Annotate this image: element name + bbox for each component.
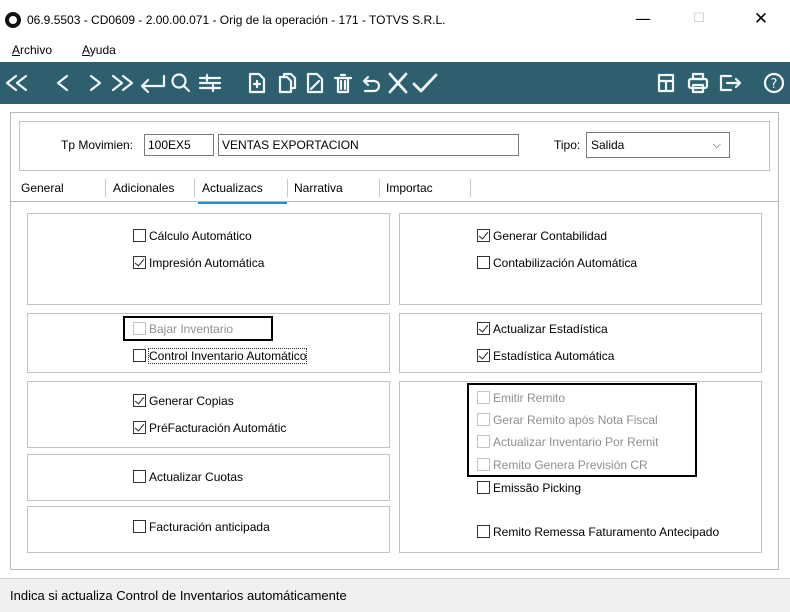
prev-record-icon[interactable] xyxy=(56,74,69,92)
tp-movimien-code-input[interactable]: 100EX5 xyxy=(144,134,214,156)
chevron-down-icon: ⌵ xyxy=(712,138,721,151)
checkbox-label: Generar Copias xyxy=(149,394,234,408)
checkbox-box xyxy=(133,349,146,363)
checkbox-label: Estadística Automática xyxy=(493,349,615,363)
print-icon[interactable] xyxy=(687,72,709,94)
checkbox-box xyxy=(133,421,146,435)
tp-movimien-desc-input[interactable]: VENTAS EXPORTACION xyxy=(218,134,519,156)
menu-bar: Archivo Ayuda xyxy=(0,40,790,62)
impresion-automatica-checkbox[interactable]: Impresión Automática xyxy=(133,256,264,274)
checkbox-label: PréFacturación Automátic xyxy=(149,421,287,435)
edit-record-icon[interactable] xyxy=(306,72,324,94)
checkbox-label: Emissão Picking xyxy=(493,481,582,495)
checkbox-label: Generar Contabilidad xyxy=(493,229,608,243)
checkbox-box xyxy=(133,470,146,484)
tab-actualizacs[interactable]: Actualizacs xyxy=(202,181,263,195)
maximize-button[interactable]: ☐ xyxy=(676,4,722,34)
tab-importac[interactable]: Importac xyxy=(386,181,433,195)
undo-icon[interactable] xyxy=(362,75,381,93)
window-title: 06.9.5503 - CD0609 - 2.00.00.071 - Orig … xyxy=(27,13,446,27)
help-icon-glyph: ? xyxy=(771,77,778,92)
facturacion-anticipada-checkbox[interactable]: Facturación anticipada xyxy=(133,520,270,538)
filter-icon[interactable] xyxy=(198,73,222,93)
control-inventario-automatico-checkbox[interactable]: Control Inventario Automático xyxy=(133,348,308,367)
app-logo-icon xyxy=(5,12,21,28)
remito-remessa-checkbox[interactable]: Remito Remessa Faturamento Antecipado xyxy=(477,525,719,543)
main-panel: Tp Movimien: 100EX5 VENTAS EXPORTACION T… xyxy=(10,112,779,570)
checkbox-box xyxy=(133,229,146,243)
tab-baseline xyxy=(11,201,778,202)
toolbar-icons: ? xyxy=(5,72,785,94)
tab-separator xyxy=(470,179,471,197)
title-bar: 06.9.5503 - CD0609 - 2.00.00.071 - Orig … xyxy=(0,0,790,40)
group-estadistica: Actualizar Estadística Estadística Autom… xyxy=(399,313,762,373)
checkbox-label: Actualizar Estadística xyxy=(493,322,608,336)
header-fields: Tp Movimien: 100EX5 VENTAS EXPORTACION T… xyxy=(19,121,770,171)
copy-record-icon[interactable] xyxy=(278,72,297,94)
status-text: Indica si actualiza Control de Inventari… xyxy=(10,588,347,603)
estadistica-automatica-checkbox[interactable]: Estadística Automática xyxy=(477,349,614,367)
delete-icon[interactable] xyxy=(333,73,353,94)
toolbar: ? xyxy=(0,62,790,104)
search-icon[interactable] xyxy=(171,73,191,93)
checkbox-label: Actualizar Cuotas xyxy=(149,470,244,484)
tab-strip: General Adicionales Actualizacs Narrativ… xyxy=(11,175,778,204)
checkbox-label: Control Inventario Automático xyxy=(147,348,308,364)
tab-general[interactable]: General xyxy=(21,181,64,195)
tipo-select-value: Salida xyxy=(591,138,625,152)
generar-contabilidad-checkbox[interactable]: Generar Contabilidad xyxy=(477,229,607,247)
checkbox-label: Remito Remessa Faturamento Antecipado xyxy=(493,525,720,539)
status-bar: Indica si actualiza Control de Inventari… xyxy=(0,578,790,612)
tipo-label: Tipo: xyxy=(554,138,581,152)
calculo-automatico-checkbox[interactable]: Cálculo Automático xyxy=(133,229,252,247)
prefacturacion-automatica-checkbox[interactable]: PréFacturación Automátic xyxy=(133,421,286,439)
tab-narrativa[interactable]: Narrativa xyxy=(294,181,343,195)
exit-icon[interactable] xyxy=(719,74,742,92)
close-button[interactable]: ✕ xyxy=(738,4,784,34)
group-cuotas: Actualizar Cuotas xyxy=(27,454,390,501)
emissao-picking-checkbox[interactable]: Emissão Picking xyxy=(477,481,581,499)
calculator-icon[interactable] xyxy=(657,73,675,93)
cancel-icon[interactable] xyxy=(388,72,408,94)
next-record-icon[interactable] xyxy=(89,74,102,92)
generar-copias-checkbox[interactable]: Generar Copias xyxy=(133,394,234,412)
group-copias: Generar Copias PréFacturación Automátic xyxy=(27,381,390,448)
highlight-box-remito-options xyxy=(467,383,697,477)
checkbox-box xyxy=(477,349,490,363)
highlight-box-bajar-inventario xyxy=(123,316,273,341)
confirm-icon[interactable] xyxy=(412,73,438,93)
checkbox-box xyxy=(477,481,490,495)
tipo-select[interactable]: Salida ⌵ xyxy=(586,132,730,158)
group-calculo-impresion: Cálculo Automático Impresión Automática xyxy=(27,213,390,305)
checkbox-box xyxy=(477,229,490,243)
checkbox-box xyxy=(477,322,490,336)
tab-separator xyxy=(287,179,288,197)
first-record-icon[interactable] xyxy=(5,74,28,92)
tab-separator xyxy=(379,179,380,197)
checkbox-label: Facturación anticipada xyxy=(149,520,270,534)
group-contabilidad: Generar Contabilidad Contabilización Aut… xyxy=(399,213,762,305)
checkbox-label: Cálculo Automático xyxy=(149,229,252,243)
menu-ayuda[interactable]: Ayuda xyxy=(82,43,116,57)
checkbox-label: Contabilización Automática xyxy=(493,256,638,270)
menu-archivo[interactable]: Archivo xyxy=(12,43,52,57)
checkbox-box xyxy=(133,256,146,270)
checkbox-box xyxy=(477,525,490,539)
tab-separator xyxy=(105,179,106,197)
group-facturacion-anticipada: Facturación anticipada xyxy=(27,506,390,553)
last-record-icon[interactable] xyxy=(111,74,134,92)
new-record-icon[interactable] xyxy=(248,72,266,94)
minimize-button[interactable]: — xyxy=(620,4,666,34)
checkbox-label: Impresión Automática xyxy=(149,256,265,270)
checkbox-box xyxy=(477,256,490,270)
checkbox-box xyxy=(133,394,146,408)
tab-adicionales[interactable]: Adicionales xyxy=(113,181,174,195)
checkbox-box xyxy=(133,520,146,534)
tp-movimien-label: Tp Movimien: xyxy=(61,138,134,152)
actualizar-cuotas-checkbox[interactable]: Actualizar Cuotas xyxy=(133,470,243,488)
actualizar-estadistica-checkbox[interactable]: Actualizar Estadística xyxy=(477,322,608,340)
contabilizacion-automatica-checkbox[interactable]: Contabilización Automática xyxy=(477,256,637,274)
tab-separator xyxy=(194,179,195,197)
enter-icon[interactable] xyxy=(140,74,166,94)
